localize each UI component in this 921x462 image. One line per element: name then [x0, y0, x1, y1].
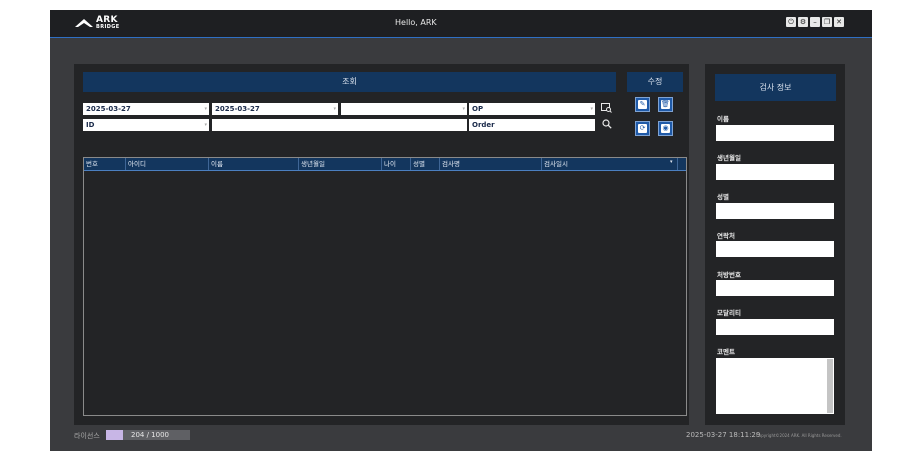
blank-select-field[interactable]: ▾	[341, 103, 467, 115]
app-window: ARK BRIDGE Hello, ARK ⏻ ⚙ – ❐ ✕ 조회 수정 20…	[50, 10, 872, 451]
col-age[interactable]: 나이	[382, 158, 411, 170]
attach-button[interactable]: ⟳	[635, 121, 650, 136]
ark-bridge-logo: ARK BRIDGE	[75, 16, 120, 30]
name-label: 이름	[717, 115, 729, 123]
name-input[interactable]	[716, 125, 834, 141]
exam-info-header: 검사 정보	[715, 74, 836, 101]
edit-report-button[interactable]: ✎	[635, 97, 650, 112]
title-bar: ARK BRIDGE Hello, ARK ⏻ ⚙ – ❐ ✕	[50, 10, 872, 38]
edit-header: 수정	[627, 72, 683, 92]
gender-label: 성별	[717, 193, 729, 201]
license-bar: 204 / 1000	[106, 430, 190, 440]
exam-info-panel: 검사 정보 이름 생년월일 성별 연락처 처방번호 모달리티 코멘트	[705, 64, 845, 425]
dropdown-arrow-icon: ▾	[204, 106, 207, 112]
op-select-field[interactable]: OP ▾	[469, 103, 595, 115]
trash-icon: 🗑	[661, 100, 670, 109]
comment-scrollbar[interactable]	[827, 359, 833, 413]
birthdate-input[interactable]	[716, 164, 834, 180]
sort-arrow-icon[interactable]: ▾	[670, 159, 673, 165]
col-birthdate[interactable]: 생년월일	[299, 158, 382, 170]
col-exam-datetime[interactable]: 검사일시	[542, 158, 678, 170]
id-select-value: ID	[86, 121, 95, 129]
op-select-value: OP	[472, 105, 484, 113]
keyword-input[interactable]	[212, 119, 467, 131]
prescription-input[interactable]	[716, 280, 834, 296]
col-gender[interactable]: 성별	[411, 158, 440, 170]
birthdate-label: 생년월일	[717, 154, 741, 162]
date-to-field[interactable]: 2025-03-27 ▾	[212, 103, 338, 115]
col-user-id[interactable]: 아이디	[126, 158, 209, 170]
restore-icon[interactable]: ❐	[822, 17, 832, 27]
license-count: 204 / 1000	[131, 431, 169, 439]
logo-mark-icon	[75, 19, 93, 27]
date-to-value: 2025-03-27	[215, 105, 260, 113]
gender-input[interactable]	[716, 203, 834, 219]
comment-label: 코멘트	[717, 348, 735, 356]
search-icon[interactable]	[602, 119, 612, 132]
attach-icon: ⟳	[638, 124, 647, 133]
power-icon[interactable]: ⏻	[786, 17, 796, 27]
order-value: Order	[472, 121, 495, 129]
comment-textarea[interactable]	[716, 358, 834, 414]
modality-input[interactable]	[716, 319, 834, 335]
order-field[interactable]: Order	[469, 119, 595, 131]
prescription-label: 처방번호	[717, 271, 741, 279]
contact-input[interactable]	[716, 241, 834, 257]
logo-sub-text: BRIDGE	[96, 24, 120, 30]
dropdown-arrow-icon: ▾	[590, 106, 593, 112]
window-controls: ⏻ ⚙ – ❐ ✕	[786, 17, 844, 27]
col-number[interactable]: 번호	[84, 158, 126, 170]
contact-label: 연락처	[717, 232, 735, 240]
search-panel: 조회 수정 2025-03-27 ▾ 2025-03-27 ▾ ▾ OP ▾ ID ▾ …	[74, 64, 689, 425]
col-exam-name[interactable]: 검사명	[440, 158, 542, 170]
minimize-icon[interactable]: –	[810, 17, 820, 27]
greeting: Hello, ARK	[395, 18, 437, 27]
camera-icon: ◉	[661, 124, 670, 133]
search-header: 조회	[83, 72, 616, 92]
dropdown-arrow-icon: ▾	[462, 106, 465, 112]
search-list-icon[interactable]	[601, 102, 612, 116]
settings-icon[interactable]: ⚙	[798, 17, 808, 27]
results-table: 번호 아이디 이름 생년월일 나이 성별 검사명 검사일시 ▾	[83, 157, 687, 416]
current-datetime: 2025-03-27 18:11:29	[686, 431, 761, 439]
date-from-field[interactable]: 2025-03-27 ▾	[83, 103, 209, 115]
id-select-field[interactable]: ID ▾	[83, 119, 209, 131]
delete-button[interactable]: 🗑	[658, 97, 673, 112]
license-label: 라이선스	[74, 432, 100, 440]
copyright-text: Copyright©2024 ARK. All Rights Reserved.	[756, 433, 842, 438]
table-header: 번호 아이디 이름 생년월일 나이 성별 검사명 검사일시 ▾	[84, 158, 686, 171]
dropdown-arrow-icon: ▾	[333, 106, 336, 112]
date-from-value: 2025-03-27	[86, 105, 131, 113]
document-edit-icon: ✎	[638, 100, 647, 109]
col-name[interactable]: 이름	[209, 158, 299, 170]
camera-button[interactable]: ◉	[658, 121, 673, 136]
modality-label: 모달리티	[717, 309, 741, 317]
close-icon[interactable]: ✕	[834, 17, 844, 27]
license-fill	[106, 430, 123, 440]
dropdown-arrow-icon: ▾	[204, 122, 207, 128]
